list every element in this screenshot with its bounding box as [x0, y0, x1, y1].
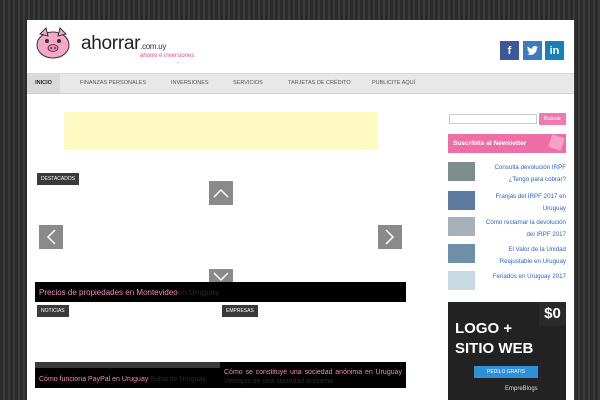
post-title[interactable]: Consulta devolución IRPF ¿Tengo para cob… — [478, 162, 566, 186]
logo-domain: .com.uy — [140, 42, 167, 51]
news-link-paypal[interactable]: Cómo funciona PayPal en Uruguay Bolsa de… — [39, 376, 206, 383]
empresas-label: EMPRESAS — [222, 305, 258, 317]
sidebar-post[interactable]: El Valor de la Unidad Reajustable en Uru… — [448, 244, 566, 268]
nav-item-publicite-aqui[interactable]: PUBLICITE AQUÍ — [372, 74, 415, 93]
nav-item-servicios[interactable]: SERVICIOS — [233, 74, 263, 93]
post-thumbnail[interactable] — [448, 244, 475, 263]
sidebar-post[interactable]: Feriados en Uruguay 2017 — [448, 271, 566, 291]
post-thumbnail[interactable] — [448, 217, 475, 236]
news-ghost-2: Ventajas de una sociedad anónima — [224, 378, 333, 385]
post-thumbnail[interactable] — [448, 271, 475, 290]
slider-caption-link[interactable]: Precios de propiedades en Montevideoen U… — [39, 288, 219, 297]
search-button[interactable]: Buscar — [539, 113, 566, 125]
page: ahorrar.com.uy ahorro e inversiones - f … — [27, 20, 574, 400]
site-logo-text[interactable]: ahorrar.com.uy — [81, 33, 166, 55]
post-title[interactable]: El Valor de la Unidad Reajustable en Uru… — [478, 244, 566, 268]
facebook-icon[interactable]: f — [500, 41, 519, 60]
main-nav: INICIO FINANZAS PERSONALES INVERSIONES S… — [27, 73, 574, 94]
search-input[interactable] — [449, 114, 537, 124]
nav-item-inicio[interactable]: INICIO — [27, 74, 60, 93]
pig-logo-icon[interactable] — [34, 26, 72, 60]
slider-prev-arrow-icon[interactable] — [39, 225, 63, 249]
newsletter-envelope-icon — [548, 134, 565, 151]
news-ghost-1: Bolsa de Uruguay — [150, 376, 206, 383]
slider-caption-ghost: en Uruguay — [177, 288, 220, 297]
post-title[interactable]: Franjas del IRPF 2017 en Uruguay — [478, 191, 566, 215]
nav-item-tarjetas-de-credito[interactable]: TARJETAS DE CRÉDITO — [288, 74, 351, 93]
twitter-icon[interactable] — [523, 41, 542, 60]
post-thumbnail[interactable] — [448, 191, 475, 210]
noticias-label: NOTICIAS — [37, 305, 69, 317]
post-title[interactable]: Cómo reclamar la devolución del IRPF 201… — [478, 217, 566, 241]
logo-dash: - — [177, 60, 179, 66]
post-title[interactable]: Feriados en Uruguay 2017 — [478, 271, 566, 283]
post-thumbnail[interactable] — [448, 162, 475, 181]
sidebar-ad-emprebogs[interactable]: LOGO + SITIO WEB $0 PEDILO GRATIS EmpreBl… — [448, 302, 566, 400]
newsletter-label: Suscribite al Newsletter — [453, 140, 527, 147]
sidebar-post[interactable]: Cómo reclamar la devolución del IRPF 201… — [448, 217, 566, 241]
nav-item-finanzas-personales[interactable]: FINANZAS PERSONALES — [80, 74, 146, 93]
slider-up-arrow-icon[interactable] — [209, 181, 233, 205]
newsletter-button[interactable]: Suscribite al Newsletter — [448, 134, 566, 153]
sidebar-post[interactable]: Consulta devolución IRPF ¿Tengo para cob… — [448, 162, 566, 186]
logo-tagline: ahorro e inversiones — [140, 53, 195, 59]
slider-next-arrow-icon[interactable] — [378, 225, 402, 249]
ad-banner[interactable] — [64, 112, 378, 150]
ad-headline: LOGO + SITIO WEB — [455, 320, 534, 357]
destacados-label: DESTACADOS — [37, 173, 80, 185]
linkedin-icon[interactable]: in — [545, 41, 564, 60]
news-link-sociedad-anonima[interactable]: Cómo se constituye una sociedad anónima … — [224, 368, 402, 386]
ad-cta-button[interactable]: PEDILO GRATIS — [474, 366, 538, 378]
nav-item-inversiones[interactable]: INVERSIONES — [171, 74, 209, 93]
ad-brand: EmpreBlogs — [505, 386, 538, 392]
ad-price: $0 — [539, 302, 566, 326]
sidebar-post[interactable]: Franjas del IRPF 2017 en Uruguay — [448, 191, 566, 215]
